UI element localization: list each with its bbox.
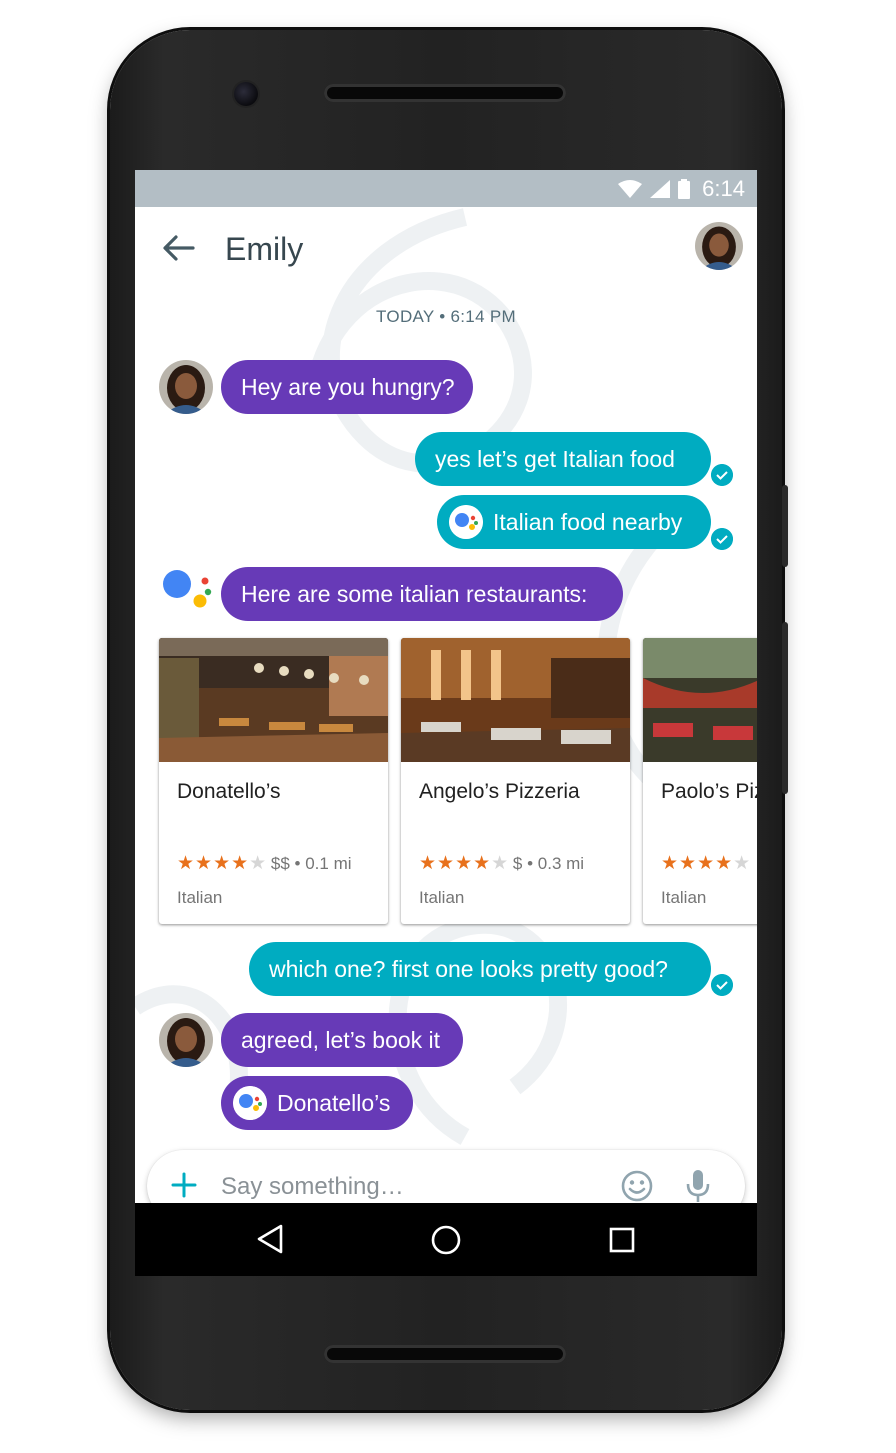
google-assistant-icon: [449, 504, 483, 539]
restaurant-rating: ★★★★★ $$ • 0.1 mi: [177, 852, 352, 875]
price-distance: $ • 0.3 mi: [512, 854, 585, 873]
check-icon: [711, 974, 733, 996]
google-assistant-icon: [163, 570, 212, 608]
message-bubble[interactable]: Here are some italian restaurants:: [221, 567, 623, 621]
assistant-query-bubble[interactable]: Donatello’s: [221, 1076, 413, 1130]
restaurant-rating: ★★★★★ $ • 0.3 mi: [419, 852, 584, 875]
back-arrow-icon[interactable]: [161, 233, 195, 263]
check-icon: [711, 464, 733, 486]
google-assistant-icon: [233, 1085, 267, 1120]
restaurant-photo: [159, 638, 388, 762]
battery-icon: [678, 179, 691, 199]
restaurant-cuisine: Italian: [419, 888, 465, 907]
restaurant-carousel[interactable]: Donatello’s ★★★★★ $$ • 0.1 mi Italian An…: [159, 638, 757, 928]
power-button: [782, 485, 788, 567]
restaurant-card[interactable]: Paolo’s Pizzeria ★★★★★ Italian: [643, 638, 757, 924]
signal-icon: [650, 180, 671, 198]
status-time: 6:14: [702, 176, 745, 201]
status-icons: 6:14: [618, 176, 745, 202]
bottom-speaker: [324, 1345, 566, 1363]
message-bubble[interactable]: Hey are you hungry?: [221, 360, 473, 414]
message-text: Here are some italian restaurants:: [241, 581, 588, 607]
nav-home-icon[interactable]: [431, 1225, 461, 1255]
restaurant-photo: [401, 638, 630, 762]
phone-frame: 6:14 Emily TODAY • 6:14 PM Hey are you h…: [110, 30, 788, 1410]
status-bar: 6:14: [135, 170, 757, 207]
restaurant-cuisine: Italian: [661, 888, 707, 907]
message-text: Donatello’s: [277, 1090, 391, 1116]
price-distance: $$ • 0.1 mi: [270, 854, 352, 873]
message-text: Italian food nearby: [493, 509, 683, 535]
nav-back-icon[interactable]: [255, 1223, 285, 1255]
conversation-title: Emily: [225, 231, 304, 267]
restaurant-rating: ★★★★★: [661, 852, 750, 875]
plus-icon[interactable]: [169, 1170, 199, 1200]
rating-star-empty: ★: [733, 853, 751, 874]
check-icon: [711, 528, 733, 550]
wifi-icon: [618, 180, 643, 198]
top-speaker: [324, 84, 566, 102]
volume-button: [782, 622, 788, 794]
restaurant-photo: [643, 638, 757, 762]
conversation-timestamp: TODAY • 6:14 PM: [376, 307, 516, 326]
message-text: yes let’s get Italian food: [435, 446, 675, 472]
screen: 6:14 Emily TODAY • 6:14 PM Hey are you h…: [135, 170, 757, 1276]
rating-stars: ★★★★: [419, 853, 492, 874]
emoji-icon[interactable]: [621, 1170, 653, 1202]
sender-avatar[interactable]: [159, 360, 213, 414]
message-bubble[interactable]: which one? first one looks pretty good?: [249, 942, 711, 996]
restaurant-card[interactable]: Angelo’s Pizzeria ★★★★★ $ • 0.3 mi Itali…: [401, 638, 630, 924]
message-text: agreed, let’s book it: [241, 1027, 441, 1053]
restaurant-cuisine: Italian: [177, 888, 223, 907]
sender-avatar[interactable]: [159, 1013, 213, 1067]
nav-recents-icon[interactable]: [609, 1227, 635, 1253]
rating-star-empty: ★: [491, 853, 509, 874]
message-text: Hey are you hungry?: [241, 374, 455, 400]
rating-stars: ★★★★: [661, 853, 734, 874]
contact-avatar[interactable]: [695, 222, 743, 270]
app-bar: Emily: [135, 207, 757, 287]
message-text: which one? first one looks pretty good?: [269, 956, 668, 982]
rating-stars: ★★★★: [177, 853, 250, 874]
system-nav-bar: [135, 1203, 757, 1276]
front-camera: [234, 82, 258, 106]
message-bubble[interactable]: yes let’s get Italian food: [415, 432, 711, 486]
assistant-query-bubble[interactable]: Italian food nearby: [437, 495, 711, 549]
rating-star-empty: ★: [249, 853, 267, 874]
restaurant-name: Angelo’s Pizzeria: [419, 780, 580, 803]
mic-icon[interactable]: [685, 1168, 711, 1204]
restaurant-name: Donatello’s: [177, 780, 281, 803]
restaurant-name: Paolo’s Pizzeria: [661, 780, 757, 803]
message-bubble[interactable]: agreed, let’s book it: [221, 1013, 463, 1067]
restaurant-card[interactable]: Donatello’s ★★★★★ $$ • 0.1 mi Italian: [159, 638, 388, 924]
